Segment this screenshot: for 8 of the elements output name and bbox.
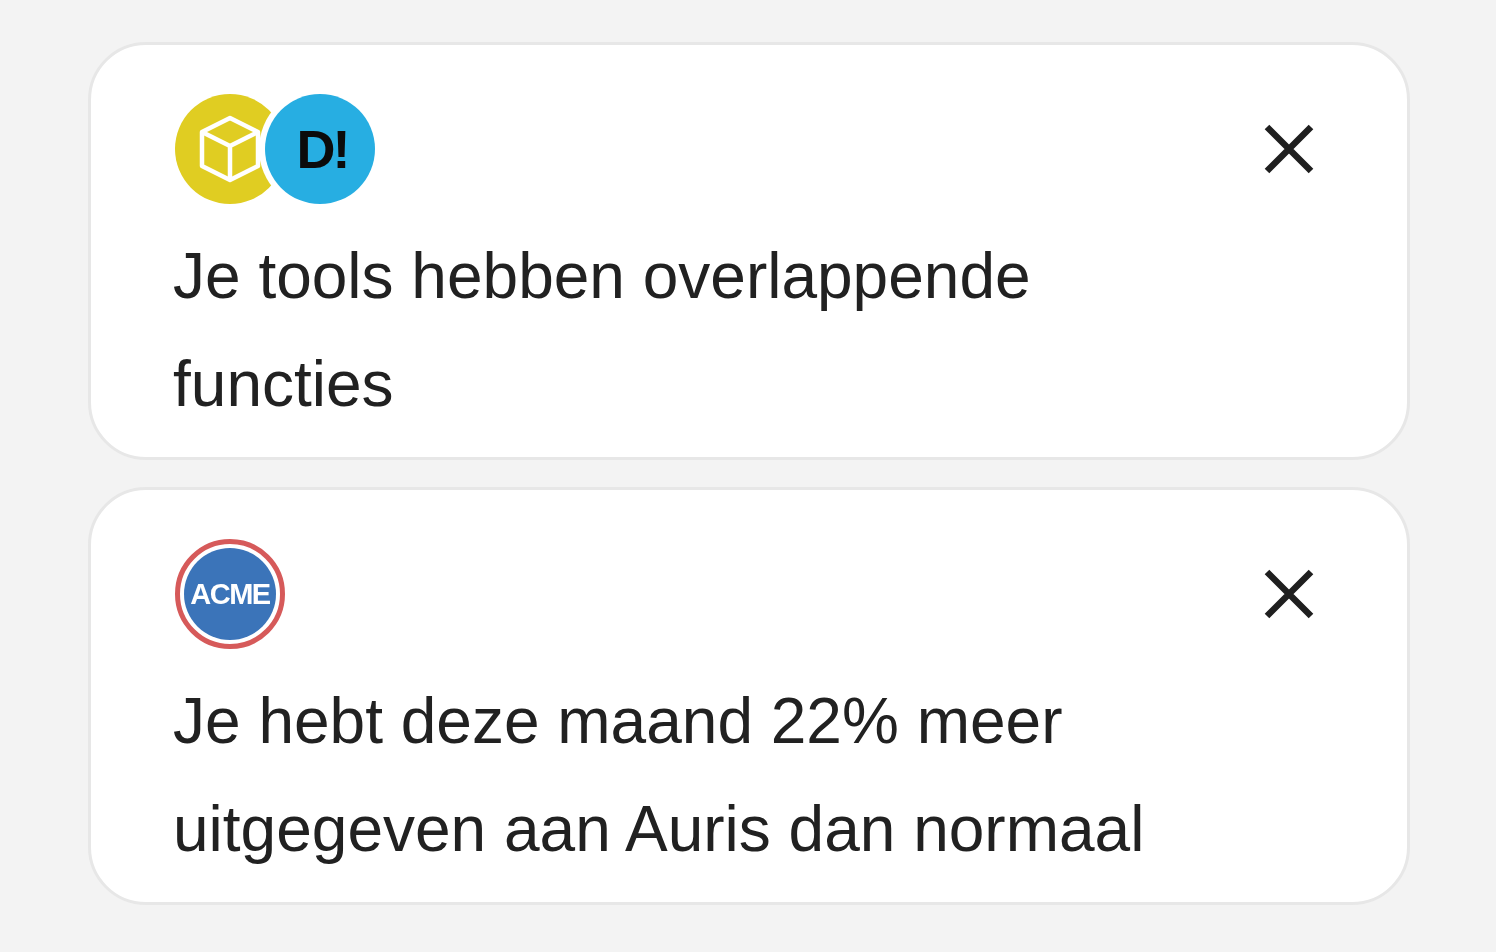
notification-message: Je hebt deze maand 22% meer uitgegeven aan Auris dan normaal [173,684,1146,867]
close-icon [1264,569,1314,619]
seal-logo: ACME [175,539,285,649]
letter-logo: D! [265,94,375,204]
close-button[interactable] [1262,122,1316,176]
notification-message: Je tools hebben overlappende functies [173,239,1032,422]
close-button[interactable] [1262,567,1316,621]
close-icon [1264,124,1314,174]
